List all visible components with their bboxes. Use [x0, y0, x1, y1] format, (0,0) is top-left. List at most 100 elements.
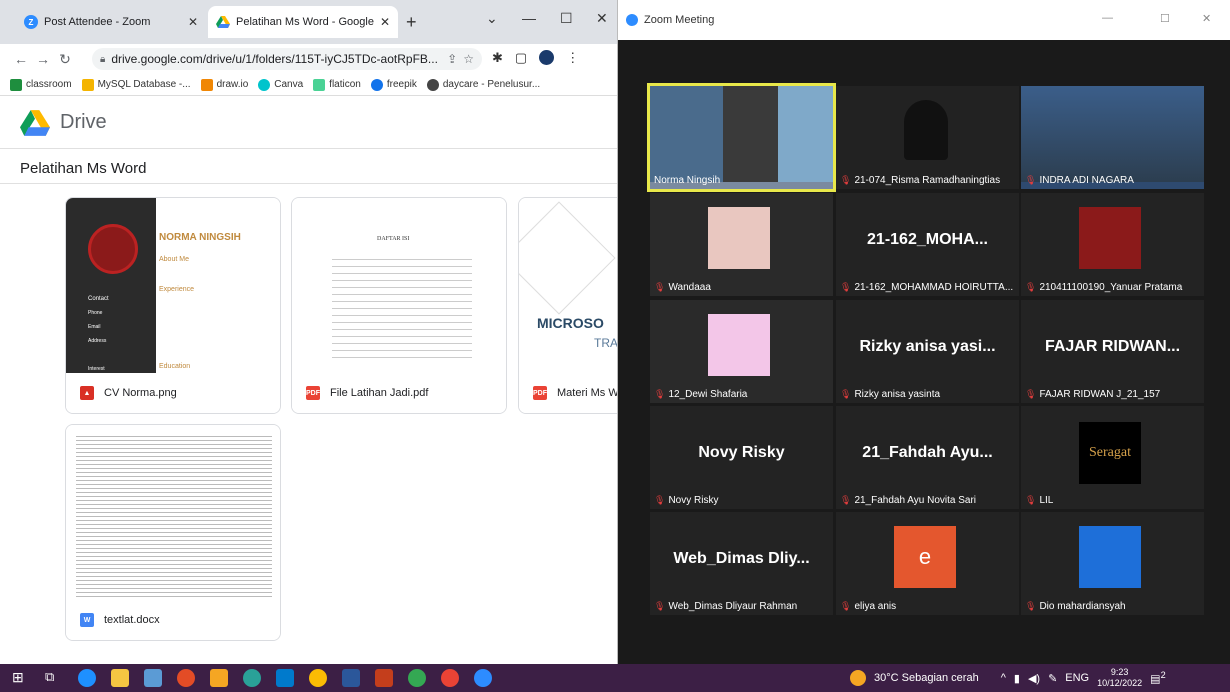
- file-card-cv[interactable]: NORMA NINGSIH About Me Experience Educat…: [65, 197, 281, 414]
- browser-window: Z Post Attendee - Zoom ✕ Pelatihan Ms Wo…: [0, 0, 618, 664]
- muted-mic-icon: 🎙︎: [654, 282, 666, 292]
- participant-tile[interactable]: e 🎙︎ eliya anis: [836, 512, 1019, 615]
- file-card-materi[interactable]: MICROSO TRA PDF Materi Ms W: [518, 197, 618, 414]
- participant-tile[interactable]: Novy Risky 🎙︎ Novy Risky: [650, 406, 833, 509]
- close-button[interactable]: ✕: [596, 10, 608, 27]
- bookmark-drawio[interactable]: draw.io: [200, 78, 248, 91]
- windows-start-icon[interactable]: ⊞: [12, 669, 30, 687]
- chrome-icon[interactable]: [309, 669, 327, 687]
- clock-date: 10/12/2022: [1097, 678, 1143, 688]
- participant-display-name: FAJAR RIDWAN...: [1044, 338, 1181, 355]
- app-icon[interactable]: [210, 669, 228, 687]
- file-name: CV Norma.png: [104, 387, 177, 399]
- file-card-pdf[interactable]: DAFTAR ISI PDF File Latihan Jadi.pdf: [291, 197, 507, 414]
- clock[interactable]: 9:23 10/12/2022: [1097, 667, 1142, 689]
- avatar-photo: [1079, 526, 1141, 588]
- reload-icon[interactable]: ↻: [54, 51, 76, 68]
- close-tab-icon[interactable]: ✕: [188, 15, 198, 29]
- materi-title: MICROSO: [537, 315, 604, 331]
- bookmark-mysql[interactable]: MySQL Database -...: [81, 78, 191, 91]
- tab-search-icon[interactable]: ⌄: [486, 10, 498, 27]
- hs-icon[interactable]: [243, 669, 261, 687]
- maximize-button[interactable]: ☐: [1160, 12, 1170, 25]
- file-name: File Latihan Jadi.pdf: [330, 387, 429, 399]
- minimize-button[interactable]: —: [1102, 12, 1113, 24]
- avatar-photo: [1079, 207, 1141, 269]
- file-card-docx[interactable]: W textlat.docx: [65, 424, 281, 641]
- file-caption: W textlat.docx: [66, 600, 280, 640]
- new-tab-button[interactable]: +: [406, 12, 417, 33]
- participant-tile[interactable]: Norma Ningsih: [647, 83, 836, 192]
- chrome-alt-icon[interactable]: [177, 669, 195, 687]
- participant-name: Norma Ningsih: [654, 175, 721, 186]
- close-tab-icon[interactable]: ✕: [380, 15, 390, 29]
- participant-tile[interactable]: Seragat 🎙︎ LIL: [1021, 406, 1204, 509]
- participant-name-label: 🎙︎ FAJAR RIDWAN J_21_157: [1025, 389, 1160, 400]
- menu-icon[interactable]: ⋮: [566, 50, 579, 66]
- participant-tile[interactable]: Rizky anisa yasi... 🎙︎ Rizky anisa yasinta: [836, 300, 1019, 403]
- edge-icon[interactable]: [78, 669, 96, 687]
- participant-display-name: 21_Fahdah Ayu...: [862, 444, 993, 461]
- chrome-profile2-icon[interactable]: [441, 669, 459, 687]
- back-icon[interactable]: ←: [10, 51, 32, 67]
- participant-tile[interactable]: 🎙︎ Wandaaa: [650, 193, 833, 296]
- share-icon[interactable]: ⇪: [447, 52, 457, 66]
- sidepanel-icon[interactable]: ▢: [515, 50, 527, 66]
- weather-text[interactable]: 30°C Sebagian cerah: [874, 672, 979, 684]
- participant-name: 12_Dewi Shafaria: [668, 389, 748, 400]
- participant-tile[interactable]: 21_Fahdah Ayu... 🎙︎ 21_Fahdah Ayu Novita S…: [836, 406, 1019, 509]
- participant-tile[interactable]: FAJAR RIDWAN... 🎙︎ FAJAR RIDWAN J_21_157: [1021, 300, 1204, 403]
- bookmark-canva[interactable]: Canva: [258, 78, 303, 91]
- file-thumbnail: NORMA NINGSIH About Me Experience Educat…: [66, 198, 280, 375]
- weather-sun-icon: [850, 670, 866, 686]
- participant-name: eliya anis: [854, 601, 897, 612]
- word-icon[interactable]: [342, 669, 360, 687]
- drawio-icon: [200, 78, 213, 91]
- participant-name: Dio mahardiansyah: [1039, 601, 1126, 612]
- minimize-button[interactable]: —: [522, 10, 536, 26]
- participant-name-label: 🎙︎ LIL: [1025, 495, 1053, 506]
- profile-avatar[interactable]: [539, 50, 555, 65]
- drive-header: Drive: [0, 97, 617, 149]
- bookmark-classroom[interactable]: classroom: [10, 78, 72, 91]
- maximize-button[interactable]: ☐: [560, 10, 573, 27]
- file-explorer-icon[interactable]: [111, 669, 129, 687]
- vscode-icon[interactable]: [276, 669, 294, 687]
- pen-icon[interactable]: ✎: [1048, 672, 1057, 685]
- address-bar[interactable]: 🔒︎ drive.google.com/drive/u/1/folders/11…: [92, 48, 482, 70]
- extensions-icon[interactable]: ✱: [492, 50, 503, 66]
- file-thumbnail: DAFTAR ISI: [292, 198, 506, 375]
- chrome-profile-icon[interactable]: [408, 669, 426, 687]
- participant-name-label: 🎙︎ Web_Dimas Dliyaur Rahman: [654, 601, 797, 612]
- show-hidden-icons[interactable]: ^: [1001, 672, 1006, 684]
- bookmark-flaticon[interactable]: flaticon: [313, 78, 361, 91]
- participant-tile[interactable]: Web_Dimas Dliy... 🎙︎ Web_Dimas Dliyaur Rah…: [650, 512, 833, 615]
- volume-icon[interactable]: ◀): [1028, 672, 1040, 685]
- powerpoint-icon[interactable]: [375, 669, 393, 687]
- bookmark-star-icon[interactable]: ☆: [463, 52, 474, 66]
- participant-tile[interactable]: 🎙︎ 12_Dewi Shafaria: [650, 300, 833, 403]
- materi-subtitle: TRA: [594, 336, 618, 350]
- tab-drive[interactable]: Pelatihan Ms Word - Google Driv ✕: [208, 6, 398, 38]
- close-button[interactable]: ✕: [1202, 12, 1211, 25]
- tab-zoom[interactable]: Z Post Attendee - Zoom ✕: [16, 6, 206, 38]
- task-view-icon[interactable]: ⧉: [45, 669, 63, 687]
- notifications-icon[interactable]: ▤2: [1150, 670, 1166, 686]
- participant-tile[interactable]: 🎙︎ INDRA ADI NAGARA: [1021, 86, 1204, 189]
- participant-tile[interactable]: 🎙︎ 210411100190_Yanuar Pratama: [1021, 193, 1204, 296]
- google-drive-icon: [216, 16, 230, 28]
- zoom-taskbar-icon[interactable]: [474, 669, 492, 687]
- muted-mic-icon: 🎙︎: [654, 495, 666, 505]
- participant-tile[interactable]: 🎙︎ 21-074_Risma Ramadhaningtias: [836, 86, 1019, 189]
- participant-name: INDRA ADI NAGARA: [1039, 175, 1134, 186]
- file-thumbnail: [66, 425, 280, 602]
- network-icon[interactable]: ▮: [1014, 672, 1020, 685]
- photos-icon[interactable]: [144, 669, 162, 687]
- bookmark-freepik[interactable]: freepik: [370, 78, 417, 91]
- participant-tile[interactable]: 21-162_MOHA... 🎙︎ 21-162_MOHAMMAD HOIRUTTA…: [836, 193, 1019, 296]
- participant-tile[interactable]: 🎙︎ Dio mahardiansyah: [1021, 512, 1204, 615]
- language-indicator[interactable]: ENG: [1065, 672, 1089, 684]
- file-name: Materi Ms W: [557, 387, 618, 399]
- forward-icon[interactable]: →: [32, 51, 54, 67]
- bookmark-daycare[interactable]: daycare - Penelusur...: [426, 78, 540, 91]
